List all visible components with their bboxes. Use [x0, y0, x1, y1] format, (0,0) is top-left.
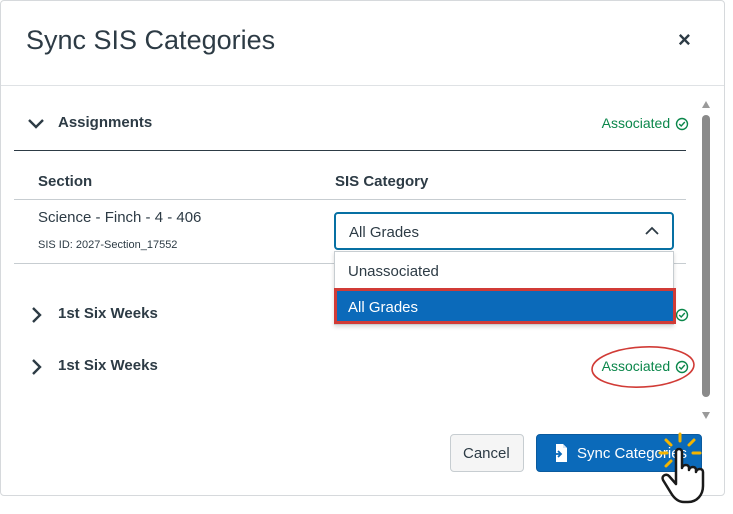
group-assignments[interactable]: Assignments Associated: [26, 109, 691, 139]
sis-category-select[interactable]: All Grades: [334, 212, 674, 250]
cancel-button[interactable]: Cancel: [450, 434, 524, 472]
sync-sis-dialog: Sync SIS Categories × Assignments Associ…: [0, 0, 725, 496]
chevron-up-icon: [645, 226, 659, 235]
chevron-down-icon[interactable]: [26, 114, 46, 134]
document-import-icon: [553, 444, 567, 462]
scrollbar[interactable]: [699, 101, 713, 419]
section-name: Science - Finch - 4 - 406: [38, 209, 202, 226]
status-text: Associated: [601, 115, 671, 131]
status-badge: Associated: [602, 115, 689, 131]
hand-pointer-icon: [658, 432, 705, 504]
chevron-right-icon[interactable]: [26, 357, 46, 377]
table-header: Section SIS Category: [14, 150, 686, 200]
group-label: 1st Six Weeks: [58, 305, 158, 322]
highlight-circle: [591, 346, 695, 388]
option-unassociated[interactable]: Unassociated: [335, 253, 673, 289]
chevron-right-icon[interactable]: [26, 305, 46, 325]
close-icon[interactable]: ×: [678, 27, 691, 53]
scroll-thumb[interactable]: [702, 115, 710, 397]
clock-check-icon: [675, 117, 689, 131]
dialog-title: Sync SIS Categories: [26, 25, 276, 55]
cancel-label: Cancel: [463, 445, 510, 462]
group-label: Assignments: [58, 114, 153, 131]
status-badge: [674, 306, 689, 322]
header-section: Section: [38, 173, 93, 190]
option-label: All Grades: [348, 299, 419, 316]
option-all-grades[interactable]: All Grades: [334, 288, 676, 324]
select-value: All Grades: [349, 224, 420, 241]
clock-check-icon: [675, 308, 689, 322]
dialog-header: Sync SIS Categories ×: [1, 1, 724, 86]
scroll-up-arrow[interactable]: [702, 101, 710, 108]
option-label: Unassociated: [348, 263, 439, 280]
group-label: 1st Six Weeks: [58, 357, 158, 374]
header-sis-category: SIS Category: [335, 173, 429, 190]
section-sis-id: SIS ID: 2027-Section_17552: [38, 239, 178, 251]
sis-category-dropdown: Unassociated All Grades: [334, 251, 676, 325]
scroll-down-arrow[interactable]: [702, 412, 710, 419]
